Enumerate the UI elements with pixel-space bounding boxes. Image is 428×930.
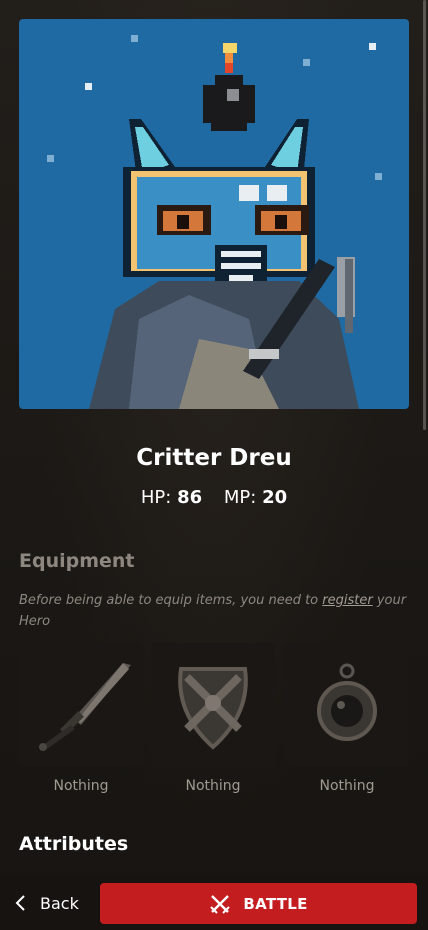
register-link[interactable]: register xyxy=(322,593,372,608)
crossed-swords-icon xyxy=(210,894,231,914)
equipment-title: Equipment xyxy=(19,550,135,572)
mp-stat: MP: 20 xyxy=(224,487,287,508)
mp-label: MP: xyxy=(223,487,257,508)
mp-value: 20 xyxy=(262,487,288,508)
amulet-icon xyxy=(317,663,377,741)
hp-value: 86 xyxy=(177,487,203,508)
equipment-slot-armor[interactable] xyxy=(151,643,275,767)
equipment-slot-armor-label: Nothing xyxy=(185,778,241,794)
bottom-action-bar: Back BATTLE xyxy=(0,876,428,930)
equipment-slot-accessory-label: Nothing xyxy=(319,778,375,794)
hero-name: Critter Dreu xyxy=(136,445,292,471)
attributes-title: Attributes xyxy=(19,833,129,855)
hero-stats: HP: 86 MP: 20 xyxy=(0,487,428,508)
sword-icon xyxy=(39,663,131,751)
hero-portrait xyxy=(19,19,409,409)
back-button-label: Back xyxy=(40,893,79,913)
equipment-slot-accessory[interactable] xyxy=(285,643,409,767)
shield-icon xyxy=(178,667,248,750)
hp-label: HP: xyxy=(140,487,172,508)
battle-button[interactable]: BATTLE xyxy=(100,883,417,924)
scrollbar[interactable] xyxy=(423,0,426,430)
chevron-left-icon xyxy=(15,895,25,911)
back-button[interactable]: Back xyxy=(14,876,79,930)
battle-button-label: BATTLE xyxy=(243,894,308,913)
notice-text-before: Before being able to equip items, you ne… xyxy=(19,593,323,608)
equipment-slot-weapon[interactable] xyxy=(19,643,143,767)
register-notice: Before being able to equip items, you ne… xyxy=(19,590,409,632)
equipment-slot-weapon-label: Nothing xyxy=(53,778,109,794)
hp-stat: HP: 86 xyxy=(141,487,202,508)
